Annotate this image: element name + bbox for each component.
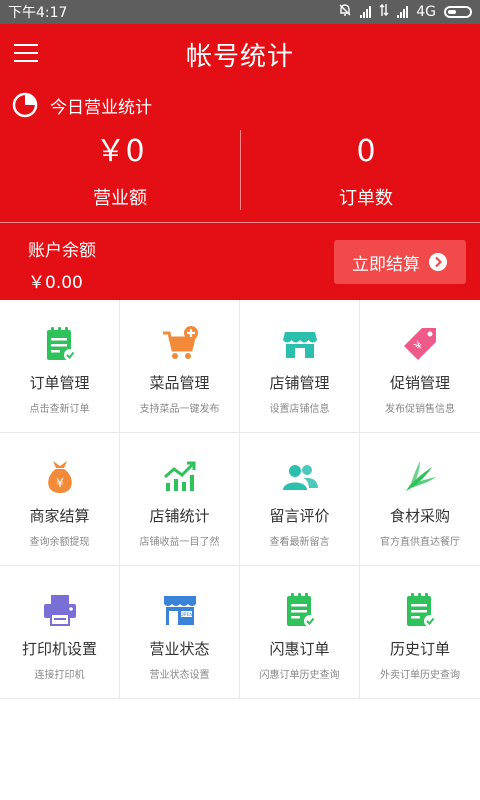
- page-title: 帐号统计: [185, 42, 294, 72]
- settle-now-label: 立即结算: [352, 254, 420, 275]
- menu-item-title: 店铺统计: [149, 507, 210, 525]
- function-grid: 订单管理 点击查新订单 菜品管理 支持菜品一键发布 店铺管理 设置店铺信息 ¥ 促销管理 发布促…: [0, 300, 480, 699]
- revenue-stat: ￥0 营业额: [0, 132, 240, 210]
- today-stats-label: 今日营业统计: [50, 97, 152, 118]
- menu-item-9[interactable]: 打印机设置连接打印机: [0, 566, 120, 699]
- menu-item-subtitle: 外卖订单历史查询: [380, 670, 460, 681]
- printer-icon: [40, 590, 80, 630]
- stats-panel: 今日营业统计 ￥0 营业额 0 订单数 账户余额 ￥0.00 立即结算: [0, 82, 480, 300]
- menu-item-10[interactable]: OPEN 营业状态营业状态设置: [120, 566, 240, 699]
- balance-value: ￥0.00: [28, 273, 83, 293]
- app-header: 帐号统计: [0, 24, 480, 82]
- trend-chart-icon: [160, 457, 200, 497]
- orders-stat: 0 订单数: [246, 132, 480, 210]
- status-icons: 4G: [338, 3, 472, 21]
- menu-item-subtitle: 营业状态设置: [149, 670, 210, 681]
- menu-item-7[interactable]: 留言评价查看最新留言: [240, 433, 360, 566]
- menu-item-title: 商家结算: [29, 507, 90, 525]
- menu-item-subtitle: 查询余额提现: [29, 537, 90, 548]
- revenue-value: ￥0: [95, 134, 145, 169]
- menu-item-3[interactable]: 店铺管理设置店铺信息: [240, 300, 360, 433]
- orders-label: 订单数: [339, 188, 393, 209]
- svg-text:OPEN: OPEN: [180, 612, 192, 618]
- menu-item-5[interactable]: ¥ 商家结算查询余额提现: [0, 433, 120, 566]
- battery-icon: [444, 6, 472, 18]
- menu-item-title: 菜品管理: [149, 374, 210, 392]
- menu-item-subtitle: 查看最新留言: [269, 537, 330, 548]
- menu-item-subtitle: 支持菜品一键发布: [139, 404, 220, 415]
- menu-item-title: 店铺管理: [269, 374, 330, 392]
- menu-item-11[interactable]: 闪惠订单闪惠订单历史查询: [240, 566, 360, 699]
- pie-chart-icon: [12, 92, 38, 118]
- revenue-label: 营业额: [93, 188, 147, 209]
- section-divider: [0, 222, 480, 223]
- menu-item-subtitle: 连接打印机: [34, 670, 85, 681]
- menu-item-4[interactable]: ¥ 促销管理发布促销售信息: [360, 300, 480, 433]
- menu-item-subtitle: 设置店铺信息: [269, 404, 330, 415]
- mute-icon: [338, 3, 352, 21]
- menu-item-subtitle: 官方直供直达餐厅: [380, 537, 460, 548]
- money-bag-icon: ¥: [40, 457, 80, 497]
- menu-item-title: 闪惠订单: [269, 640, 330, 658]
- menu-item-subtitle: 发布促销售信息: [385, 404, 455, 415]
- status-time: 下午4:17: [8, 5, 68, 21]
- arrow-circle-right-icon: [429, 253, 447, 271]
- network-type: 4G: [416, 4, 436, 20]
- menu-item-subtitle: 店铺收益一目了然: [139, 537, 220, 548]
- signal-icon: [360, 6, 372, 18]
- menu-item-title: 营业状态: [149, 640, 210, 658]
- order-list-icon: [280, 590, 320, 630]
- menu-item-title: 促销管理: [389, 374, 450, 392]
- cart-add-icon: [160, 324, 200, 364]
- menu-item-title: 打印机设置: [21, 640, 97, 658]
- store-icon: [280, 324, 320, 364]
- today-stats-header: 今日营业统计: [12, 92, 152, 118]
- menu-item-title: 订单管理: [29, 374, 90, 392]
- menu-item-title: 食材采购: [389, 507, 450, 525]
- orders-value: 0: [356, 134, 376, 169]
- menu-item-subtitle: 点击查新订单: [29, 404, 90, 415]
- menu-item-subtitle: 闪惠订单历史查询: [259, 670, 340, 681]
- menu-item-title: 留言评价: [269, 507, 330, 525]
- promo-tag-icon: ¥: [400, 324, 440, 364]
- balance-label: 账户余额: [28, 241, 96, 261]
- menu-item-2[interactable]: 菜品管理支持菜品一键发布: [120, 300, 240, 433]
- menu-item-title: 历史订单: [389, 640, 450, 658]
- vegetable-icon: [400, 457, 440, 497]
- menu-item-6[interactable]: 店铺统计店铺收益一目了然: [120, 433, 240, 566]
- menu-item-1[interactable]: 订单管理点击查新订单: [0, 300, 120, 433]
- status-bar: 下午4:17 4G: [0, 0, 480, 24]
- signal-icon: [397, 6, 409, 18]
- menu-item-8[interactable]: 食材采购官方直供直达餐厅: [360, 433, 480, 566]
- stats-divider: [240, 130, 241, 210]
- order-list-icon: [400, 590, 440, 630]
- data-transfer-icon: [379, 3, 389, 21]
- menu-item-12[interactable]: 历史订单外卖订单历史查询: [360, 566, 480, 699]
- settle-now-button[interactable]: 立即结算: [334, 240, 466, 284]
- order-list-icon: [40, 324, 80, 364]
- open-shop-icon: OPEN: [160, 590, 200, 630]
- svg-text:¥: ¥: [56, 476, 64, 490]
- users-icon: [280, 457, 320, 497]
